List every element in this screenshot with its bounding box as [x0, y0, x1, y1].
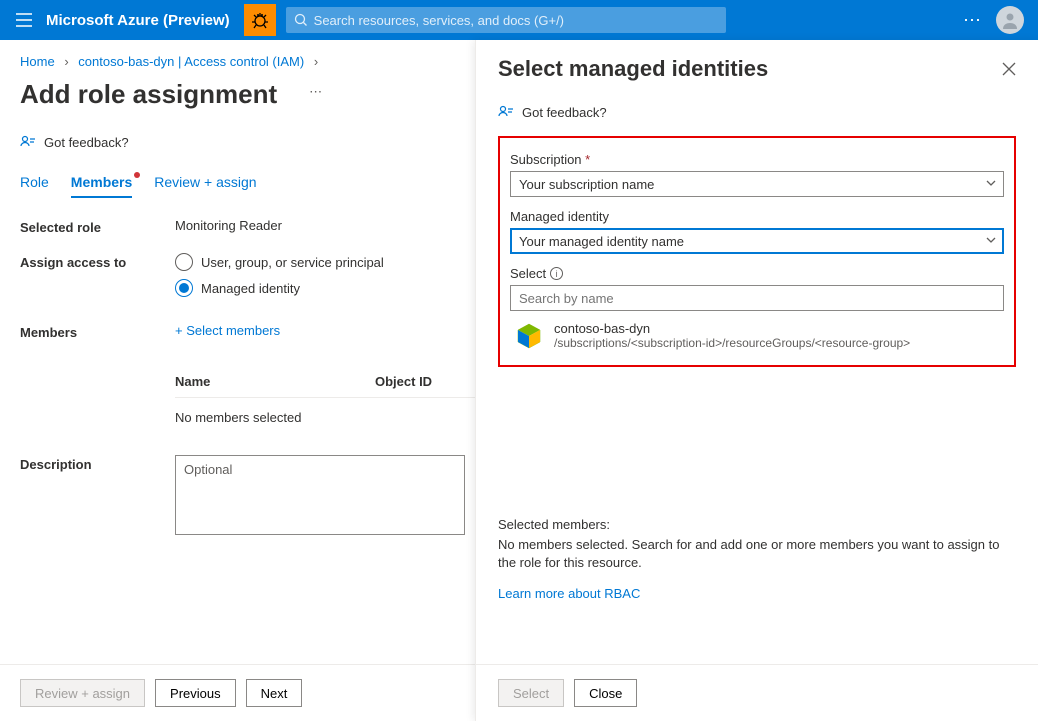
resource-icon [514, 321, 544, 351]
chevron-down-icon [985, 177, 997, 189]
select-label: Select i [510, 266, 1004, 281]
panel-footer: Select Close [476, 664, 1038, 721]
breadcrumb-home[interactable]: Home [20, 54, 55, 69]
radio-icon [175, 253, 193, 271]
previous-button[interactable]: Previous [155, 679, 236, 707]
page-more-button[interactable]: ⋯ [309, 84, 322, 100]
next-button[interactable]: Next [246, 679, 303, 707]
assign-access-label: Assign access to [20, 253, 175, 270]
description-input[interactable] [175, 455, 465, 535]
select-members-link[interactable]: Select members [175, 323, 280, 338]
select-mi-panel: Select managed identities Got feedback? … [475, 40, 1038, 721]
radio-icon [175, 279, 193, 297]
result-name: contoso-bas-dyn [554, 321, 910, 336]
tab-members[interactable]: Members [71, 174, 132, 198]
selected-members-text: No members selected. Search for and add … [498, 536, 1016, 572]
page-title: Add role assignment [0, 73, 297, 110]
learn-rbac-link[interactable]: Learn more about RBAC [498, 586, 640, 601]
chevron-right-icon: › [314, 54, 318, 69]
chevron-right-icon: › [64, 54, 68, 69]
mi-label: Managed identity [510, 209, 1004, 224]
main-footer: Review + assign Previous Next [0, 664, 475, 721]
validation-dot-icon [134, 172, 140, 178]
members-label: Members [20, 323, 175, 340]
panel-close-button[interactable]: Close [574, 679, 637, 707]
mi-result-item[interactable]: contoso-bas-dyn /subscriptions/<subscrip… [510, 311, 1004, 351]
more-button[interactable]: ⋯ [963, 10, 982, 31]
panel-select-button[interactable]: Select [498, 679, 564, 707]
selected-role-label: Selected role [20, 218, 175, 235]
result-path: /subscriptions/<subscription-id>/resourc… [554, 336, 910, 350]
info-icon[interactable]: i [550, 267, 563, 280]
breadcrumb-path[interactable]: contoso-bas-dyn | Access control (IAM) [78, 54, 304, 69]
selected-members-title: Selected members: [498, 517, 1016, 532]
search-icon [294, 13, 308, 27]
feedback-icon [20, 134, 36, 150]
mi-select[interactable]: Your managed identity name [510, 228, 1004, 254]
tab-role[interactable]: Role [20, 174, 49, 198]
global-search[interactable] [286, 7, 726, 33]
panel-title: Select managed identities [498, 56, 768, 82]
subscription-label: Subscription * [510, 152, 1004, 167]
panel-feedback-link[interactable]: Got feedback? [476, 90, 1038, 136]
feedback-label: Got feedback? [44, 135, 129, 150]
topbar: Microsoft Azure (Preview) ⋯ [0, 0, 1038, 40]
close-icon [1002, 62, 1016, 76]
tab-review[interactable]: Review + assign [154, 174, 256, 198]
col-name: Name [175, 374, 375, 389]
feedback-icon [498, 104, 514, 120]
highlighted-region: Subscription * Your subscription name Ma… [498, 136, 1016, 367]
global-search-input[interactable] [314, 13, 718, 28]
subscription-select[interactable]: Your subscription name [510, 171, 1004, 197]
close-button[interactable] [1002, 62, 1016, 76]
review-assign-button[interactable]: Review + assign [20, 679, 145, 707]
description-label: Description [20, 455, 175, 472]
bug-button[interactable] [244, 4, 276, 36]
user-avatar[interactable] [996, 6, 1024, 34]
nav-menu-button[interactable] [8, 4, 40, 36]
chevron-down-icon [985, 234, 997, 246]
search-by-name-input[interactable] [510, 285, 1004, 311]
brand-label: Microsoft Azure (Preview) [46, 12, 230, 29]
